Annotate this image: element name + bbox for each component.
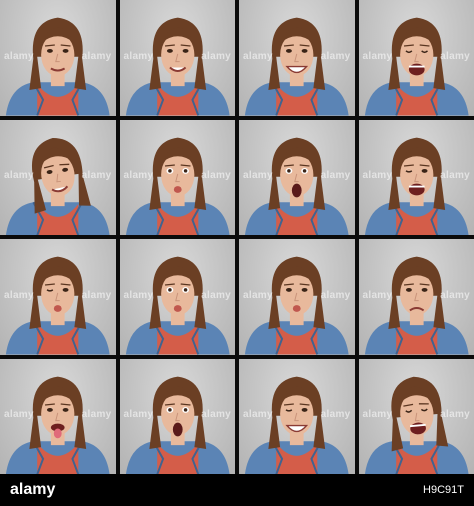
portrait-illustration (125, 376, 230, 474)
portrait-illustration (364, 256, 469, 355)
portrait-tile: alamy alamy (119, 0, 235, 116)
portrait-illustration (125, 17, 230, 116)
portrait-illustration (364, 137, 469, 235)
portrait-tile: alamy alamy (0, 0, 116, 116)
portrait-tile: alamy alamy (358, 119, 474, 235)
portrait-tile: alamy alamy (0, 239, 116, 355)
portrait-illustration (364, 17, 469, 116)
portrait-illustration (125, 256, 230, 355)
portrait-illustration (244, 256, 349, 355)
portrait-illustration (244, 137, 349, 235)
portrait-illustration (244, 376, 349, 474)
portrait-tile: alamy alamy (119, 239, 235, 355)
portrait-tile: alamy alamy (0, 358, 116, 474)
portrait-illustration (5, 256, 110, 355)
alamy-logo: alamy (10, 481, 56, 498)
image-code: H9C91T (423, 484, 464, 496)
portrait-tile: alamy alamy (239, 119, 355, 235)
portrait-illustration (125, 137, 230, 235)
footer-bar: alamy H9C91T (0, 474, 474, 506)
portrait-tile: alamy alamy (358, 0, 474, 116)
portrait-illustration (244, 17, 349, 116)
portrait-illustration (5, 17, 110, 116)
portrait-tile: alamy alamy (239, 0, 355, 116)
portrait-tile: alamy alamy (119, 119, 235, 235)
portrait-tile: alamy alamy (0, 119, 116, 235)
portrait-tile: alamy alamy (358, 239, 474, 355)
portrait-grid: alamy alamy alamy alamy alamy alamy alam… (0, 0, 474, 474)
portrait-tile: alamy alamy (239, 239, 355, 355)
portrait-illustration (5, 137, 110, 235)
portrait-illustration (364, 376, 469, 474)
portrait-tile: alamy alamy (239, 358, 355, 474)
portrait-tile: alamy alamy (358, 358, 474, 474)
portrait-illustration (5, 376, 110, 474)
portrait-tile: alamy alamy (119, 358, 235, 474)
